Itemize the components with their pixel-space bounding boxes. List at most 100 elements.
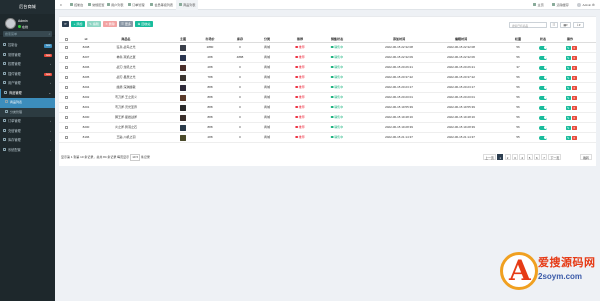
page-button[interactable]: 5 [526, 154, 533, 160]
delete-row-button[interactable]: ✕ [572, 115, 577, 120]
delete-row-button[interactable]: ✕ [572, 85, 577, 90]
edit-row-button[interactable]: ✎ [566, 45, 571, 50]
delete-row-button[interactable]: ✕ [572, 65, 577, 70]
export-button[interactable]: ⇩▾ [573, 22, 584, 28]
select-all-checkbox[interactable] [64, 37, 68, 41]
refresh-button[interactable]: ⟳ [62, 21, 69, 27]
product-thumbnail[interactable] [180, 104, 186, 111]
sidebar-item-0[interactable]: 控制台 new [0, 41, 55, 51]
edit-row-button[interactable]: ✎ [566, 115, 571, 120]
sidebar-item-6[interactable]: 订单管理 ‹ [0, 117, 55, 127]
delete-row-button[interactable]: ✕ [572, 55, 577, 60]
product-thumbnail[interactable] [180, 94, 186, 101]
product-thumbnail[interactable] [180, 74, 186, 81]
page-button[interactable]: 6 [533, 154, 540, 160]
status-toggle[interactable] [539, 75, 547, 80]
page-size-select[interactable]: 10 ▾ [130, 154, 140, 161]
status-toggle[interactable] [539, 85, 547, 90]
menu-toggle-icon[interactable]: ≡ [58, 0, 64, 10]
row-checkbox[interactable] [64, 136, 68, 139]
row-checkbox[interactable] [64, 56, 68, 59]
table-search-input[interactable]: 搜索已有商品 [509, 22, 547, 28]
sidebar-item-9[interactable]: 系统配置 ‹ [0, 146, 55, 156]
home-link[interactable]: 主页 [533, 0, 544, 10]
delete-row-button[interactable]: ✕ [572, 45, 577, 50]
tab-5[interactable]: 商品列表 [176, 0, 198, 10]
edit-row-button[interactable]: ✎ [566, 75, 571, 80]
user-menu[interactable]: Admin [577, 0, 591, 10]
sidebar-subitem-0[interactable]: 商品列表 [0, 98, 55, 108]
status-toggle[interactable] [539, 95, 547, 100]
row-checkbox[interactable] [64, 96, 68, 99]
product-thumbnail[interactable] [180, 114, 186, 121]
row-checkbox[interactable] [64, 116, 68, 119]
sidebar-item-7[interactable]: 充值管理 ‹ [0, 127, 55, 137]
product-thumbnail[interactable] [180, 84, 186, 91]
gear-icon[interactable]: ⚙ [592, 0, 595, 10]
tab-3[interactable]: 订单管理 [125, 0, 147, 10]
delete-row-button[interactable]: ✕ [572, 125, 577, 130]
edit-row-button[interactable]: ✎ [566, 65, 571, 70]
page-button[interactable]: 3 [511, 154, 518, 160]
delete-row-button[interactable]: ✕ [572, 105, 577, 110]
tab-1[interactable]: 常规配置 [87, 0, 105, 10]
recycle-bin-button[interactable]: ♻回收站 [135, 21, 153, 27]
status-toggle[interactable] [539, 105, 547, 110]
status-toggle[interactable] [539, 45, 547, 50]
edit-row-button[interactable]: ✎ [566, 125, 571, 130]
delete-row-button[interactable]: ✕ [572, 75, 577, 80]
tab-2[interactable]: 用户列表 [106, 0, 124, 10]
add-button[interactable]: +添加 [71, 21, 85, 27]
sidebar-item-3[interactable]: 插件管理 new [0, 70, 55, 80]
tab-0[interactable]: 控制台 [67, 0, 86, 10]
edit-button[interactable]: ✎编辑 [87, 21, 101, 27]
goto-page-button[interactable]: 跳转 [580, 154, 592, 160]
edit-row-button[interactable]: ✎ [566, 95, 571, 100]
product-thumbnail[interactable] [180, 64, 186, 71]
page-button[interactable]: 上一页 [483, 154, 496, 160]
delete-row-button[interactable]: ✕ [572, 95, 577, 100]
row-checkbox[interactable] [64, 86, 68, 89]
edit-row-button[interactable]: ✎ [566, 105, 571, 110]
chevron-left-icon: ⌄ [48, 90, 51, 95]
avatar[interactable] [5, 18, 16, 29]
row-checkbox[interactable] [64, 76, 68, 79]
page-button[interactable]: 4 [519, 154, 526, 160]
status-toggle[interactable] [539, 125, 547, 130]
row-checkbox[interactable] [64, 106, 68, 109]
row-checkbox[interactable] [64, 46, 68, 49]
product-thumbnail[interactable] [180, 54, 186, 61]
clear-cache-button[interactable]: 清除缓存 [552, 0, 569, 10]
row-checkbox[interactable] [64, 126, 68, 129]
page-button[interactable]: 2 [504, 154, 511, 160]
status-toggle[interactable] [539, 65, 547, 70]
page-button[interactable]: 下一页 [548, 154, 562, 160]
search-icon[interactable]: ⌕ [49, 32, 51, 36]
sidebar-item-4[interactable]: 用户管理 ‹ [0, 79, 55, 89]
edit-row-button[interactable]: ✎ [566, 135, 571, 140]
product-thumbnail[interactable] [180, 44, 186, 51]
status-toggle[interactable] [539, 115, 547, 120]
sidebar-item-8[interactable]: 库存管理 ‹ [0, 136, 55, 146]
sidebar-subitem-1[interactable]: 分类管理 [0, 108, 55, 118]
sidebar-item-2[interactable]: 权限管理 ‹ [0, 60, 55, 70]
edit-row-button[interactable]: ✎ [566, 55, 571, 60]
tab-4[interactable]: 会员等级列表 [148, 0, 175, 10]
toggle-view-button[interactable]: ☷ [550, 22, 558, 28]
more-button[interactable]: ☰更多 [119, 21, 133, 27]
sidebar-search-input[interactable]: 搜索菜单 ⌕ [3, 31, 52, 37]
delete-button[interactable]: ✕删除 [103, 21, 117, 27]
tab-label: 商品列表 [183, 3, 196, 7]
row-checkbox[interactable] [64, 66, 68, 69]
sidebar-item-1[interactable]: 常规管理 new [0, 51, 55, 61]
columns-button[interactable]: ▦▾ [560, 22, 571, 28]
status-toggle[interactable] [539, 135, 547, 140]
page-button[interactable]: 7 [541, 154, 548, 160]
page-button[interactable]: 1 [497, 154, 504, 160]
edit-row-button[interactable]: ✎ [566, 85, 571, 90]
sidebar-item-5[interactable]: 商品管理 ⌄ [0, 88, 55, 98]
product-thumbnail[interactable] [180, 124, 186, 131]
product-thumbnail[interactable] [180, 134, 186, 141]
status-toggle[interactable] [539, 55, 547, 60]
delete-row-button[interactable]: ✕ [572, 135, 577, 140]
